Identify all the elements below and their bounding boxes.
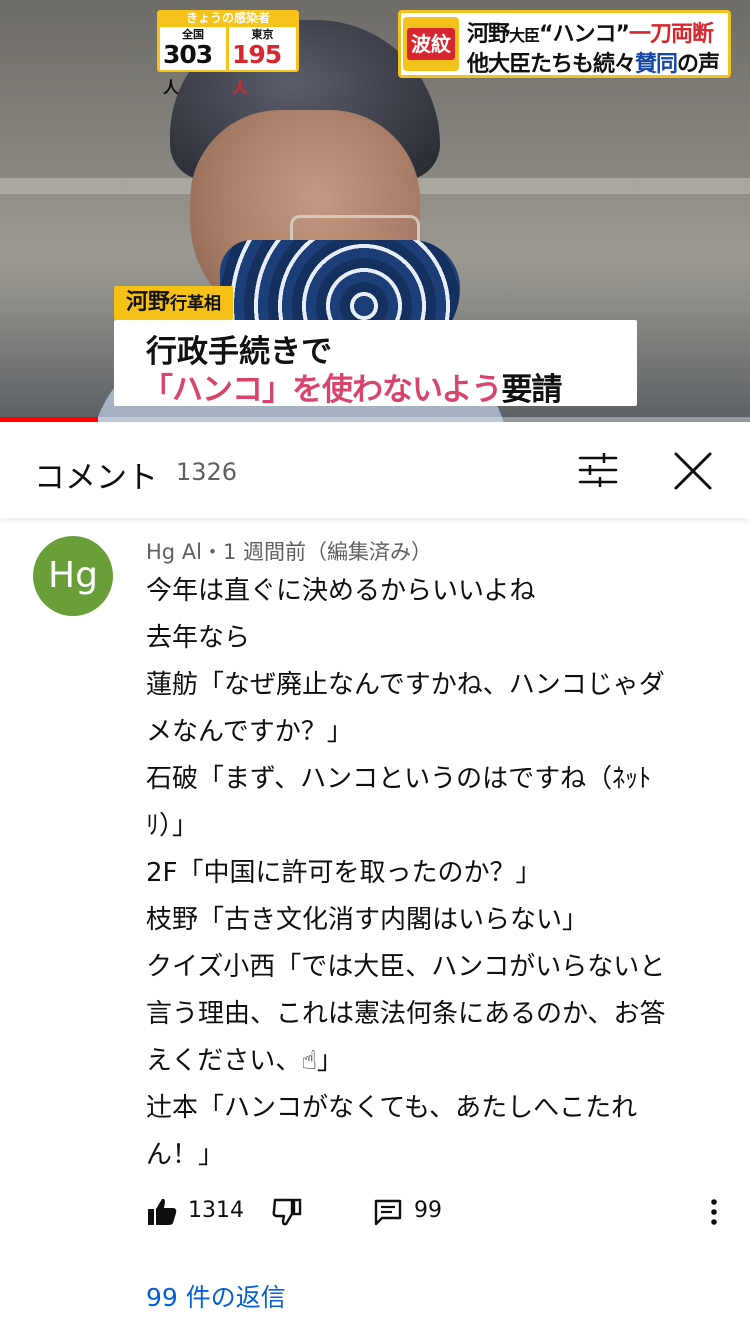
news-headline: 波紋 河野大臣“ハンコ”一刀両断 他大臣たちも続々賛同の声 (398, 10, 731, 78)
thumbs-up-icon[interactable] (146, 1196, 178, 1228)
comment-line: 言う理由、これは憲法何条にあるのか、お答 (146, 999, 666, 1029)
comment-body: 今年は直ぐに決めるからいいよね 去年なら 蓮舫「なぜ廃止なんですかね、ハンコじゃ… (146, 568, 716, 1179)
comment-line: 石破「まず、ハンコというのはですね（ﾈｯﾄ (146, 764, 652, 794)
comment-line: 蓮舫「なぜ廃止なんですかね、ハンコじゃダ (146, 670, 665, 700)
video-player[interactable]: きょうの感染者 全国 303人 東京 195人 波紋 河野大臣“ハンコ”一刀両断… (0, 0, 750, 422)
comment-line: えください、☝」 (146, 1046, 344, 1076)
speaker-name-tag: 河野行革相 (114, 286, 234, 320)
more-vert-icon[interactable] (702, 1196, 726, 1228)
avatar[interactable]: Hg (33, 536, 113, 616)
tokyo-count: 195人 (232, 40, 282, 97)
comment-line: 今年は直ぐに決めるからいいよね (146, 576, 536, 606)
comment-line: ん！」 (146, 1140, 225, 1170)
reply-icon[interactable] (372, 1196, 404, 1228)
comment-line: 枝野「古き文化消す内閣はいらない」 (146, 905, 589, 935)
comments-count: 1326 (176, 458, 238, 486)
national-count: 303人 (163, 40, 213, 97)
close-icon[interactable] (672, 450, 714, 492)
comment-line: メなんですか？」 (146, 717, 353, 747)
comments-title: コメント (34, 460, 158, 496)
infection-title: きょうの感染者 (185, 11, 270, 25)
comment-line: 辻本「ハンコがなくても、あたしへこたれ (146, 1093, 638, 1123)
tokyo-count-box: 東京 195人 (229, 27, 296, 97)
headline-line-1: 河野大臣“ハンコ”一刀両断 (467, 22, 714, 47)
headline-line-2: 他大臣たちも続々賛同の声 (467, 52, 720, 77)
video-caption: 行政手続きで 「ハンコ」を使わないよう要請 (114, 320, 637, 408)
infection-count-panel: きょうの感染者 全国 303人 東京 195人 (157, 10, 299, 97)
comment-line: クイズ小西「では大臣、ハンコがいらないと (146, 952, 666, 982)
comments-header: コメント 1326 (0, 422, 750, 518)
comment-line: 2F「中国に許可を取ったのか？」 (146, 858, 542, 888)
comment-meta: Hg Al・1 週間前（編集済み） (146, 540, 433, 564)
caption-line-2: 「ハンコ」を使わないよう要請 (142, 372, 562, 408)
thumbs-down-icon[interactable] (272, 1196, 304, 1228)
comment-line: 去年なら (146, 623, 251, 653)
like-count: 1314 (188, 1198, 244, 1223)
view-replies-link[interactable]: 99 件の返信 (146, 1278, 286, 1314)
reply-count: 99 (414, 1198, 442, 1223)
national-count-box: 全国 303人 (160, 27, 226, 97)
comment-line: ﾘ）」 (146, 811, 199, 841)
sliders-icon[interactable] (578, 452, 618, 488)
comment-actions: 1314 99 (0, 1192, 750, 1232)
headline-tag: 波紋 (403, 17, 459, 71)
